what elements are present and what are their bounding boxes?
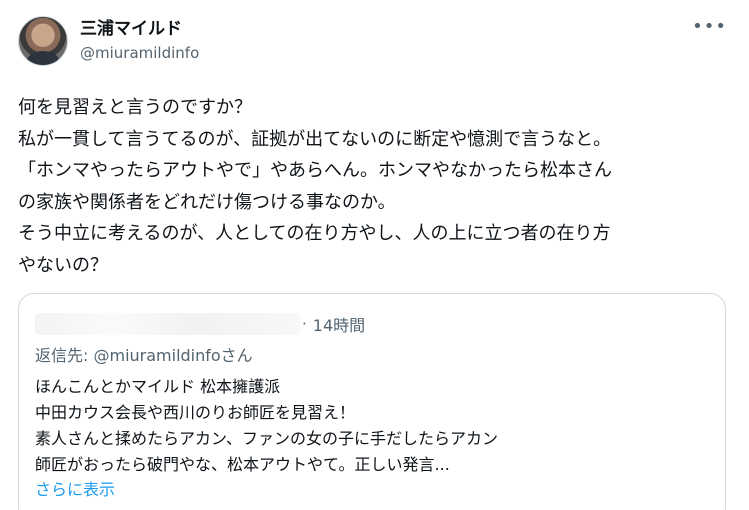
author-display-name[interactable]: 三浦マイルド [80,18,199,40]
author-names: 三浦マイルド @miuramildinfo [80,18,199,64]
quoted-tweet-text: ほんこんとかマイルド 松本擁護派 中田カウス会長や西川のりお師匠を見習え！ 素人… [35,377,499,474]
tweet-card: 三浦マイルド @miuramildinfo ••• 何を見習えと言うのですか？ … [0,0,749,510]
quoted-tweet[interactable]: · 14時間 返信先: @miuramildinfoさん ほんこんとかマイルド … [18,293,726,510]
avatar[interactable] [18,16,68,66]
quoted-timestamp[interactable]: 14時間 [313,312,365,336]
replying-to: 返信先: @miuramildinfoさん [35,346,253,365]
quoted-tweet-header: · 14時間 [35,306,709,342]
show-more-link[interactable]: さらに表示 [35,478,709,502]
separator-dot: · [302,315,307,333]
author-handle[interactable]: @miuramildinfo [80,42,199,64]
more-horizontal-icon[interactable]: ••• [692,18,727,36]
tweet-text: 何を見習えと言うのですか？ 私が一貫して言うてるのが、証拠が出てないのに断定や憶… [18,97,612,276]
tweet-header: 三浦マイルド @miuramildinfo [18,14,731,68]
blurred-author-info [35,313,300,335]
